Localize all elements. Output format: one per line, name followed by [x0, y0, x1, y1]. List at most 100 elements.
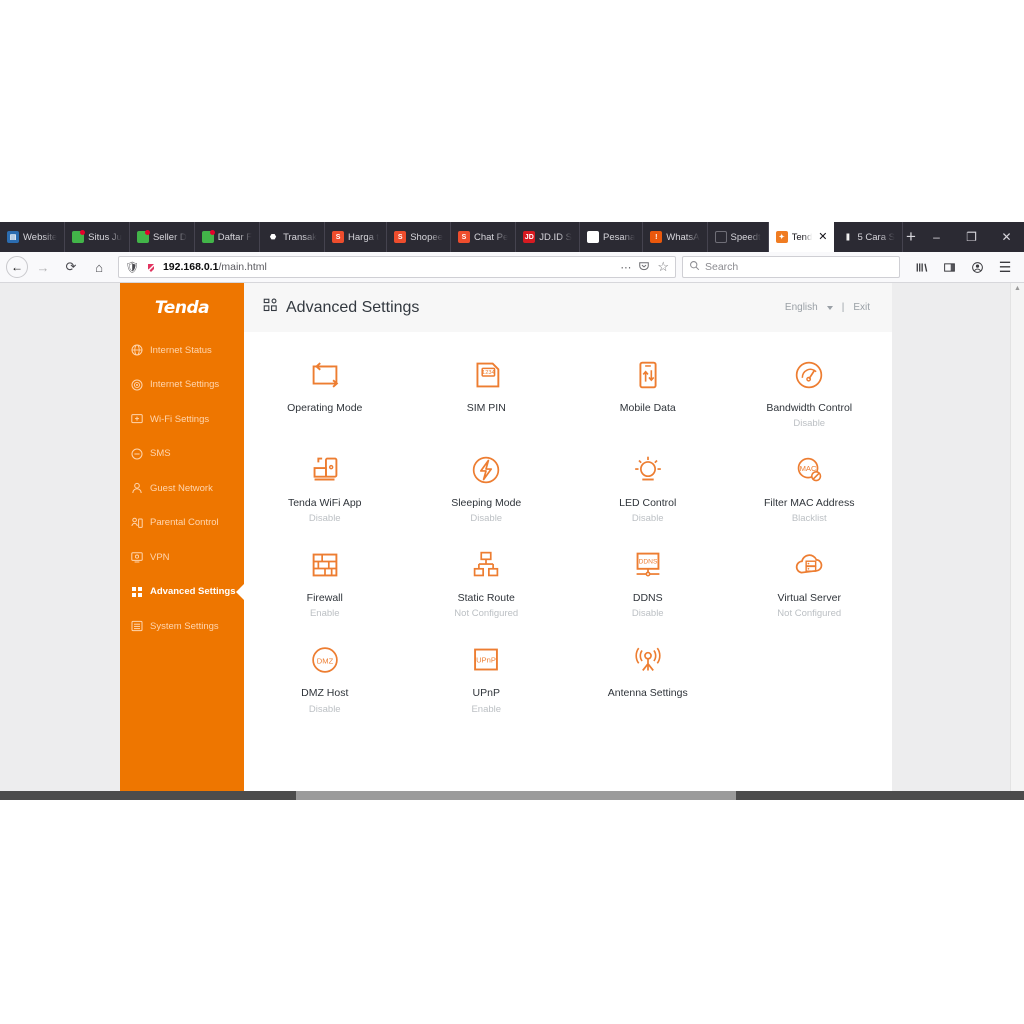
vertical-scrollbar[interactable]: ▲ ▼ — [1010, 283, 1024, 799]
browser-tab[interactable]: JD JD.ID S — [516, 222, 581, 252]
bandwidth-control-icon — [788, 354, 830, 396]
sidebar-item-label: SMS — [150, 448, 171, 460]
shopee-favicon: S — [394, 231, 407, 243]
scroll-up-arrow-icon[interactable]: ▲ — [1014, 285, 1021, 292]
tab-label: Situs Ju — [88, 231, 122, 243]
tile-static-route[interactable]: Static Route Not Configured — [406, 544, 568, 619]
page-title: Advanced Settings — [263, 298, 419, 318]
bukalapak-favicon: ⬣ — [267, 231, 280, 243]
close-window-button[interactable]: ✕ — [989, 222, 1024, 252]
tile-sleeping-mode[interactable]: Sleeping Mode Disable — [406, 449, 568, 524]
browser-tab[interactable]: S Harga t — [325, 222, 388, 252]
sidebar-item-internet-status[interactable]: Internet Status — [120, 333, 244, 368]
sidebar-item-wi-fi-settings[interactable]: Wi-Fi Settings — [120, 402, 244, 437]
tokopedia-favicon — [201, 230, 215, 243]
language-selector[interactable]: English — [785, 302, 818, 313]
horizontal-scroll-thumb-end[interactable] — [736, 791, 1024, 800]
tab-label: Transak — [283, 231, 318, 243]
account-icon[interactable] — [964, 254, 990, 280]
sidebar-item-label: VPN — [150, 551, 170, 563]
upnp-icon: UPnP — [465, 639, 507, 681]
tokopedia-favicon — [72, 230, 86, 243]
sidebar-item-label: Wi-Fi Settings — [150, 413, 210, 425]
sidebar-icon[interactable] — [936, 254, 962, 280]
browser-tab[interactable]: ! WhatsA — [643, 222, 708, 252]
wifi-icon — [131, 413, 143, 425]
chevron-down-icon[interactable] — [826, 305, 833, 310]
firewall-icon — [304, 544, 346, 586]
sidebar-item-advanced-settings[interactable]: Advanced Settings — [120, 575, 245, 610]
tile-upnp[interactable]: UPnP UPnP Enable — [406, 639, 568, 715]
tab-label: Pesana — [603, 231, 636, 243]
antenna-settings-icon — [627, 639, 669, 681]
tile-antenna-settings[interactable]: Antenna Settings — [567, 639, 729, 714]
tile-mobile-data[interactable]: Mobile Data — [567, 354, 729, 429]
tile-sim-pin[interactable]: 1234 SIM PIN — [406, 354, 568, 429]
page-title-text: Advanced Settings — [286, 298, 420, 316]
sidebar-item-sms[interactable]: SMS — [120, 437, 244, 472]
tile-ddns[interactable]: DDNS DDNS Disable — [567, 544, 729, 619]
tile-bandwidth-control[interactable]: Bandwidth Control Disable — [729, 354, 891, 429]
parental-icon — [131, 517, 143, 529]
sidebar-item-internet-settings[interactable]: Internet Settings — [120, 368, 244, 403]
browser-tab[interactable]: Situs Ju — [65, 222, 130, 252]
page-viewport: Tenda Internet Status Internet Settings Wi… — [0, 283, 1024, 799]
url-path: /main.html — [218, 261, 267, 273]
tile-label: Mobile Data — [619, 402, 676, 414]
library-icon[interactable] — [908, 254, 934, 280]
browser-tab[interactable]: ▤ Website — [0, 222, 66, 252]
tile-label: Sleeping Mode — [451, 497, 522, 510]
horizontal-scroll-track[interactable] — [296, 791, 736, 800]
bookmark-star-icon[interactable]: ☆ — [657, 259, 669, 275]
browser-tab[interactable]: ⬣ Transak — [260, 222, 326, 252]
sidebar-item-vpn[interactable]: VPN — [120, 540, 244, 575]
new-tab-button[interactable]: + — [903, 222, 919, 252]
exit-button[interactable]: Exit — [853, 302, 870, 313]
tile-filter-mac-address[interactable]: MAC Filter MAC Address Blacklist — [729, 449, 891, 524]
sidebar-item-system-settings[interactable]: System Settings — [120, 609, 244, 644]
browser-tab[interactable]: ✦ Tend ✕ — [768, 222, 835, 252]
pocket-icon[interactable] — [638, 260, 650, 275]
browser-tab[interactable]: S Chat Pe — [451, 222, 517, 252]
sidebar-item-parental-control[interactable]: Parental Control — [120, 506, 244, 541]
browser-tab[interactable]: Speedt — [708, 222, 769, 252]
search-bar[interactable]: Search — [682, 256, 900, 278]
horizontal-scroll-thumb[interactable] — [0, 791, 296, 800]
tile-label: Virtual Server — [777, 592, 841, 605]
search-input[interactable]: Search — [705, 261, 738, 273]
back-button[interactable]: ← — [6, 256, 28, 278]
forward-button[interactable]: → — [30, 254, 56, 280]
tile-tenda-wifi-app[interactable]: Tenda WiFi App Disable — [244, 449, 406, 524]
horizontal-scrollbar[interactable] — [0, 791, 1024, 800]
browser-tab[interactable]: Daftar F — [195, 222, 261, 252]
browser-tab[interactable]: ||| 5 Cara S — [834, 222, 903, 252]
minimize-button[interactable]: – — [919, 222, 954, 252]
page-actions-icon[interactable]: ⋯ — [620, 261, 631, 274]
grid-icon — [131, 586, 143, 598]
browser-tab[interactable]: Seller D — [130, 222, 195, 252]
maximize-button[interactable]: ❐ — [954, 222, 989, 252]
tile-led-control[interactable]: LED Control Disable — [567, 449, 729, 524]
sleeping-mode-icon — [465, 449, 507, 491]
sidebar-item-guest-network[interactable]: Guest Network — [120, 471, 244, 506]
tile-firewall[interactable]: Firewall Enable — [244, 544, 406, 619]
address-bar[interactable]: 🛡 192.168.0.1/main.html ⋯ ☆ — [118, 256, 676, 278]
tracking-protection-off-icon[interactable] — [145, 261, 157, 273]
tile-operating-mode[interactable]: Operating Mode — [244, 354, 406, 429]
mobile-data-icon — [627, 354, 669, 396]
home-button[interactable]: ⌂ — [86, 254, 112, 280]
tile-dmz-host[interactable]: DMZ DMZ Host Disable — [244, 639, 406, 715]
reload-button[interactable]: ⟳ — [58, 254, 84, 280]
toolbar-right-icons: ☰ — [908, 254, 1018, 280]
close-tab-icon[interactable]: ✕ — [818, 231, 827, 243]
browser-tab[interactable]: S Shopee — [387, 222, 451, 252]
tile-virtual-server[interactable]: Virtual Server Not Configured — [729, 544, 891, 619]
shield-icon[interactable]: 🛡 — [125, 261, 139, 274]
tab-label: Shopee — [410, 231, 443, 243]
website-favicon: ▤ — [7, 231, 19, 243]
browser-tab[interactable]: ☰ Pesana — [580, 222, 644, 252]
app-menu-icon[interactable]: ☰ — [992, 254, 1018, 280]
sidebar-item-label: System Settings — [150, 620, 219, 632]
article-favicon: ||| — [841, 231, 854, 243]
settings-tile-grid: Operating Mode 1234 SIM PIN Mobile Data Band… — [244, 332, 890, 715]
